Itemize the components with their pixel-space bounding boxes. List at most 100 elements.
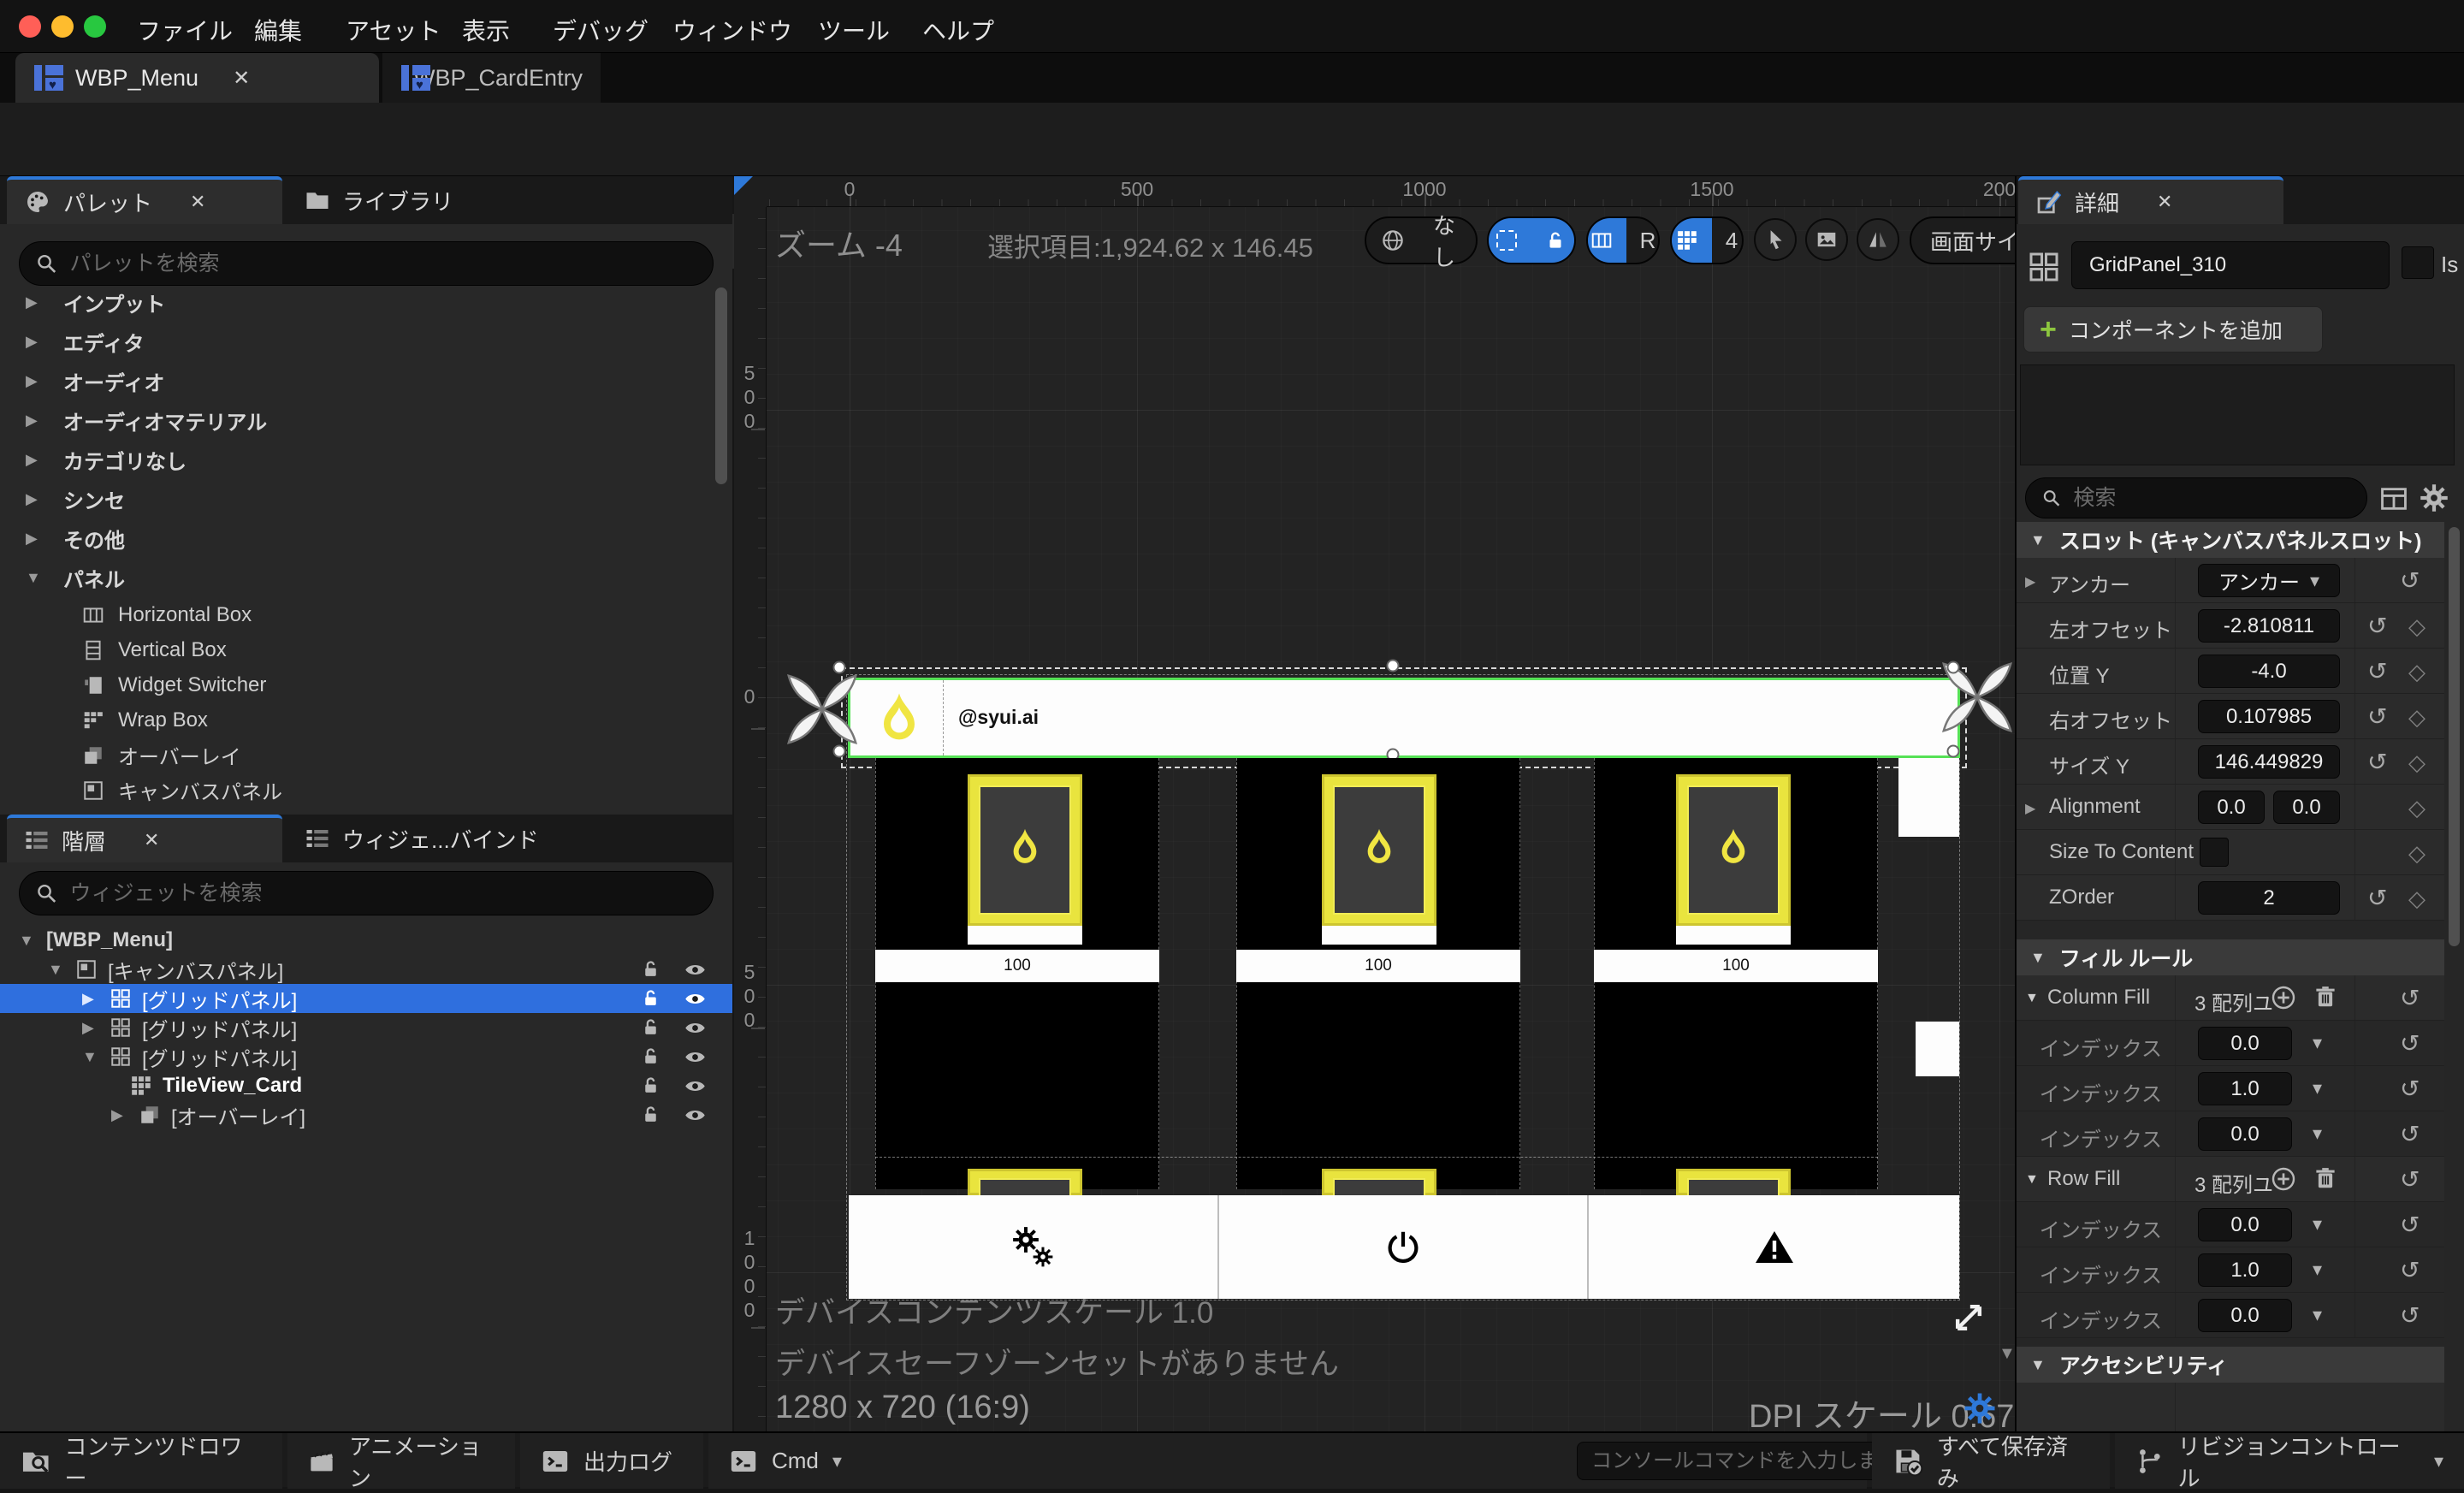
traffic-light-zoom[interactable] xyxy=(84,15,106,38)
respect-locks-button[interactable]: R xyxy=(1626,218,1658,263)
alignment-x-field[interactable]: 0.0 xyxy=(2198,791,2265,824)
palette-scrollbar[interactable] xyxy=(715,287,727,484)
resize-handle-tc[interactable] xyxy=(1386,659,1400,672)
reset-icon[interactable]: ↺ xyxy=(2367,612,2387,640)
trash-icon[interactable] xyxy=(2313,984,2338,1010)
fill-value-field[interactable]: 0.0 xyxy=(2198,1299,2292,1332)
menu-header-bar[interactable]: @syui.ai xyxy=(848,678,1960,758)
hierarchy-search[interactable] xyxy=(19,871,714,915)
details-scrollbar[interactable] xyxy=(2449,527,2460,946)
reset-icon[interactable]: ↺ xyxy=(2400,1029,2420,1058)
expander-icon[interactable]: ▶ xyxy=(26,333,43,351)
palette-item-canvas-panel[interactable]: キャンバスパネル xyxy=(0,773,715,808)
settings-gear-icon[interactable] xyxy=(2419,483,2449,513)
hierarchy-row-tileview-card[interactable]: TileView_Card xyxy=(0,1071,732,1100)
card-widget[interactable] xyxy=(1676,774,1791,926)
palette-category-panel[interactable]: ▼ パネル xyxy=(0,558,715,597)
bind-diamond-icon[interactable]: ◇ xyxy=(2408,795,2426,821)
collapse-icon[interactable]: ▼ xyxy=(2030,949,2046,967)
close-icon[interactable]: ✕ xyxy=(144,829,159,851)
unlock-icon[interactable] xyxy=(640,1016,661,1038)
fill-value-field[interactable]: 0.0 xyxy=(2198,1117,2292,1151)
reset-icon[interactable]: ↺ xyxy=(2400,1120,2420,1148)
reset-icon[interactable]: ↺ xyxy=(2367,884,2387,912)
widget-name-field[interactable] xyxy=(2071,241,2390,289)
localization-none-button[interactable]: なし xyxy=(1419,213,1476,270)
close-icon[interactable]: ✕ xyxy=(190,191,205,213)
is-variable-checkbox[interactable] xyxy=(2402,246,2434,279)
reset-icon[interactable]: ↺ xyxy=(2400,984,2420,1012)
expander-icon[interactable]: ▶ xyxy=(82,990,99,1008)
palette-category-other[interactable]: ▶ その他 xyxy=(0,518,715,558)
content-drawer-button[interactable]: コンテンツドロワー xyxy=(0,1433,282,1491)
visibility-icon[interactable] xyxy=(684,1016,707,1040)
scroll-down-icon[interactable]: ▼ xyxy=(1999,1344,2015,1364)
menu-view[interactable]: 表示 xyxy=(462,13,510,47)
hierarchy-row-root[interactable]: ▼ [WBP_Menu] xyxy=(0,926,732,955)
expander-icon[interactable]: ▶ xyxy=(26,293,43,311)
display-filter-icon[interactable] xyxy=(2379,484,2408,513)
bind-diamond-icon[interactable]: ◇ xyxy=(2408,749,2426,776)
collapse-icon[interactable]: ▼ xyxy=(2025,1172,2039,1188)
flip-preview-button[interactable] xyxy=(1857,218,1899,261)
hierarchy-row-grid-panel-2[interactable]: ▶ [グリッドパネル] xyxy=(0,1013,732,1042)
unlock-icon[interactable] xyxy=(640,1104,661,1125)
expander-icon[interactable]: ▶ xyxy=(2025,573,2035,590)
collapse-icon[interactable]: ▼ xyxy=(2030,531,2046,549)
card-widget[interactable] xyxy=(1322,774,1436,926)
marquee-select-button[interactable] xyxy=(1489,218,1531,263)
expander-icon[interactable]: ▶ xyxy=(111,1106,128,1124)
add-element-icon[interactable] xyxy=(2270,1165,2297,1193)
bind-diamond-icon[interactable]: ◇ xyxy=(2408,659,2426,685)
traffic-light-close[interactable] xyxy=(19,15,41,38)
chevron-down-icon[interactable]: ▾ xyxy=(2313,1123,2322,1145)
fill-value-field[interactable]: 1.0 xyxy=(2198,1253,2292,1287)
palette-item-widget-switcher[interactable]: Widget Switcher xyxy=(0,667,715,702)
visibility-icon[interactable] xyxy=(684,1046,707,1069)
menu-tools[interactable]: ツール xyxy=(818,13,890,47)
lock-button[interactable] xyxy=(1531,218,1574,263)
save-status-button[interactable]: すべて保存済み xyxy=(1872,1433,2110,1491)
screen-size-dropdown[interactable]: 画面サイズ ▾ xyxy=(1910,216,2015,264)
menu-edit[interactable]: 編集 xyxy=(254,13,302,47)
globe-icon[interactable] xyxy=(1366,218,1419,263)
card-widget[interactable] xyxy=(968,774,1082,926)
texture-preview-button[interactable] xyxy=(1805,218,1848,261)
fill-value-field[interactable]: 0.0 xyxy=(2198,1208,2292,1241)
chevron-down-icon[interactable]: ▾ xyxy=(2313,1077,2322,1099)
alignment-y-field[interactable]: 0.0 xyxy=(2273,791,2340,824)
traffic-light-minimize[interactable] xyxy=(51,15,74,38)
anchor-medallion-right[interactable] xyxy=(1923,643,2015,751)
resize-handle-bl[interactable] xyxy=(832,744,846,758)
menu-file[interactable]: ファイル xyxy=(137,13,233,47)
collapse-icon[interactable]: ▼ xyxy=(2030,1356,2046,1374)
palette-item-vertical-box[interactable]: Vertical Box xyxy=(0,632,715,667)
fill-value-field[interactable]: 0.0 xyxy=(2198,1027,2292,1060)
hierarchy-row-grid-panel-selected[interactable]: ▶ [グリッドパネル] xyxy=(0,984,732,1013)
resize-handle-tr[interactable] xyxy=(1946,661,1960,674)
add-component-button[interactable]: + コンポーネントを追加 xyxy=(2023,306,2323,353)
hierarchy-row-grid-panel-3[interactable]: ▼ [グリッドパネル] xyxy=(0,1042,732,1071)
details-search-input[interactable] xyxy=(2073,485,2351,511)
expander-icon[interactable]: ▶ xyxy=(26,372,43,390)
fill-value-field[interactable]: 1.0 xyxy=(2198,1072,2292,1105)
layout-outline-button[interactable] xyxy=(1588,218,1626,263)
collapse-icon[interactable]: ▼ xyxy=(48,961,65,979)
resize-handle-br[interactable] xyxy=(1946,744,1960,758)
action-cell-warning[interactable] xyxy=(1589,1195,1959,1299)
unlock-icon[interactable] xyxy=(640,1075,661,1096)
layout-mode-group[interactable]: R xyxy=(1586,216,1660,264)
expander-icon[interactable]: ▶ xyxy=(26,530,43,548)
palette-item-overlay[interactable]: オーバーレイ xyxy=(0,738,715,773)
palette-category-audio[interactable]: ▶ オーディオ xyxy=(0,361,715,400)
tab-widget-bind[interactable]: ウィジェ...バインド xyxy=(287,815,595,862)
expander-icon[interactable]: ▶ xyxy=(2025,800,2035,817)
action-cell-power[interactable] xyxy=(1219,1195,1589,1299)
section-accessibility[interactable]: ▼ アクセシビリティ xyxy=(2017,1347,2444,1383)
animation-button[interactable]: アニメーション xyxy=(287,1433,515,1491)
reset-icon[interactable]: ↺ xyxy=(2400,1301,2420,1330)
close-icon[interactable]: ✕ xyxy=(2157,191,2172,213)
reset-icon[interactable]: ↺ xyxy=(2400,1211,2420,1239)
expander-icon[interactable]: ▶ xyxy=(26,451,43,469)
chevron-down-icon[interactable]: ▾ xyxy=(2313,1304,2322,1326)
